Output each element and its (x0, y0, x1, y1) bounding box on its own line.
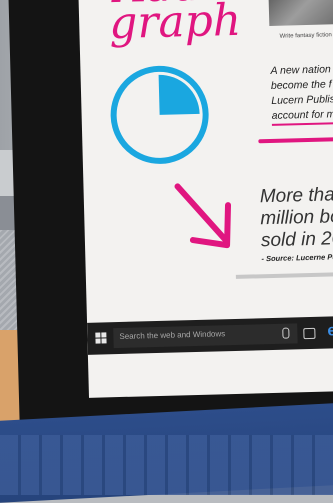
source-note: - Source: Lucerne Publishing (261, 251, 333, 264)
quote-line-underlined: account for m (271, 107, 333, 126)
tablet-device: Add a graph Write fantasy fiction A new … (7, 0, 333, 445)
edge-browser-icon[interactable]: e (327, 322, 333, 340)
arrow-shaft (174, 183, 228, 243)
search-box[interactable]: Search the web and Windows (113, 323, 298, 349)
arrow-sketch (174, 183, 232, 249)
divider-bar (235, 271, 333, 279)
stat-block: More thar million boo sold in 201 (260, 184, 333, 252)
search-placeholder: Search the web and Windows (119, 329, 226, 341)
tablet-screen: Add a graph Write fantasy fiction A new … (77, 0, 333, 398)
handwritten-word-graph: graph (108, 0, 242, 50)
taskbar: Search the web and Windows e (87, 315, 333, 355)
pie-chart-sketch (110, 65, 209, 164)
book-photo (267, 0, 333, 26)
keyboard-keys (0, 435, 333, 495)
quote-block: A new nation become the f Lucern Publish… (270, 60, 333, 126)
highlight-bar (258, 136, 333, 144)
task-view-icon[interactable] (303, 327, 316, 340)
stat-line: More thar (259, 184, 333, 208)
microphone-icon[interactable] (282, 327, 290, 339)
stat-line: million boo (260, 205, 333, 230)
photo-caption: Write fantasy fiction (279, 32, 332, 40)
stat-line: sold in 201 (260, 227, 333, 252)
windows-start-icon[interactable] (95, 332, 107, 344)
quote-line: A new nation (270, 63, 331, 77)
photo-scene: Add a graph Write fantasy fiction A new … (0, 0, 333, 503)
